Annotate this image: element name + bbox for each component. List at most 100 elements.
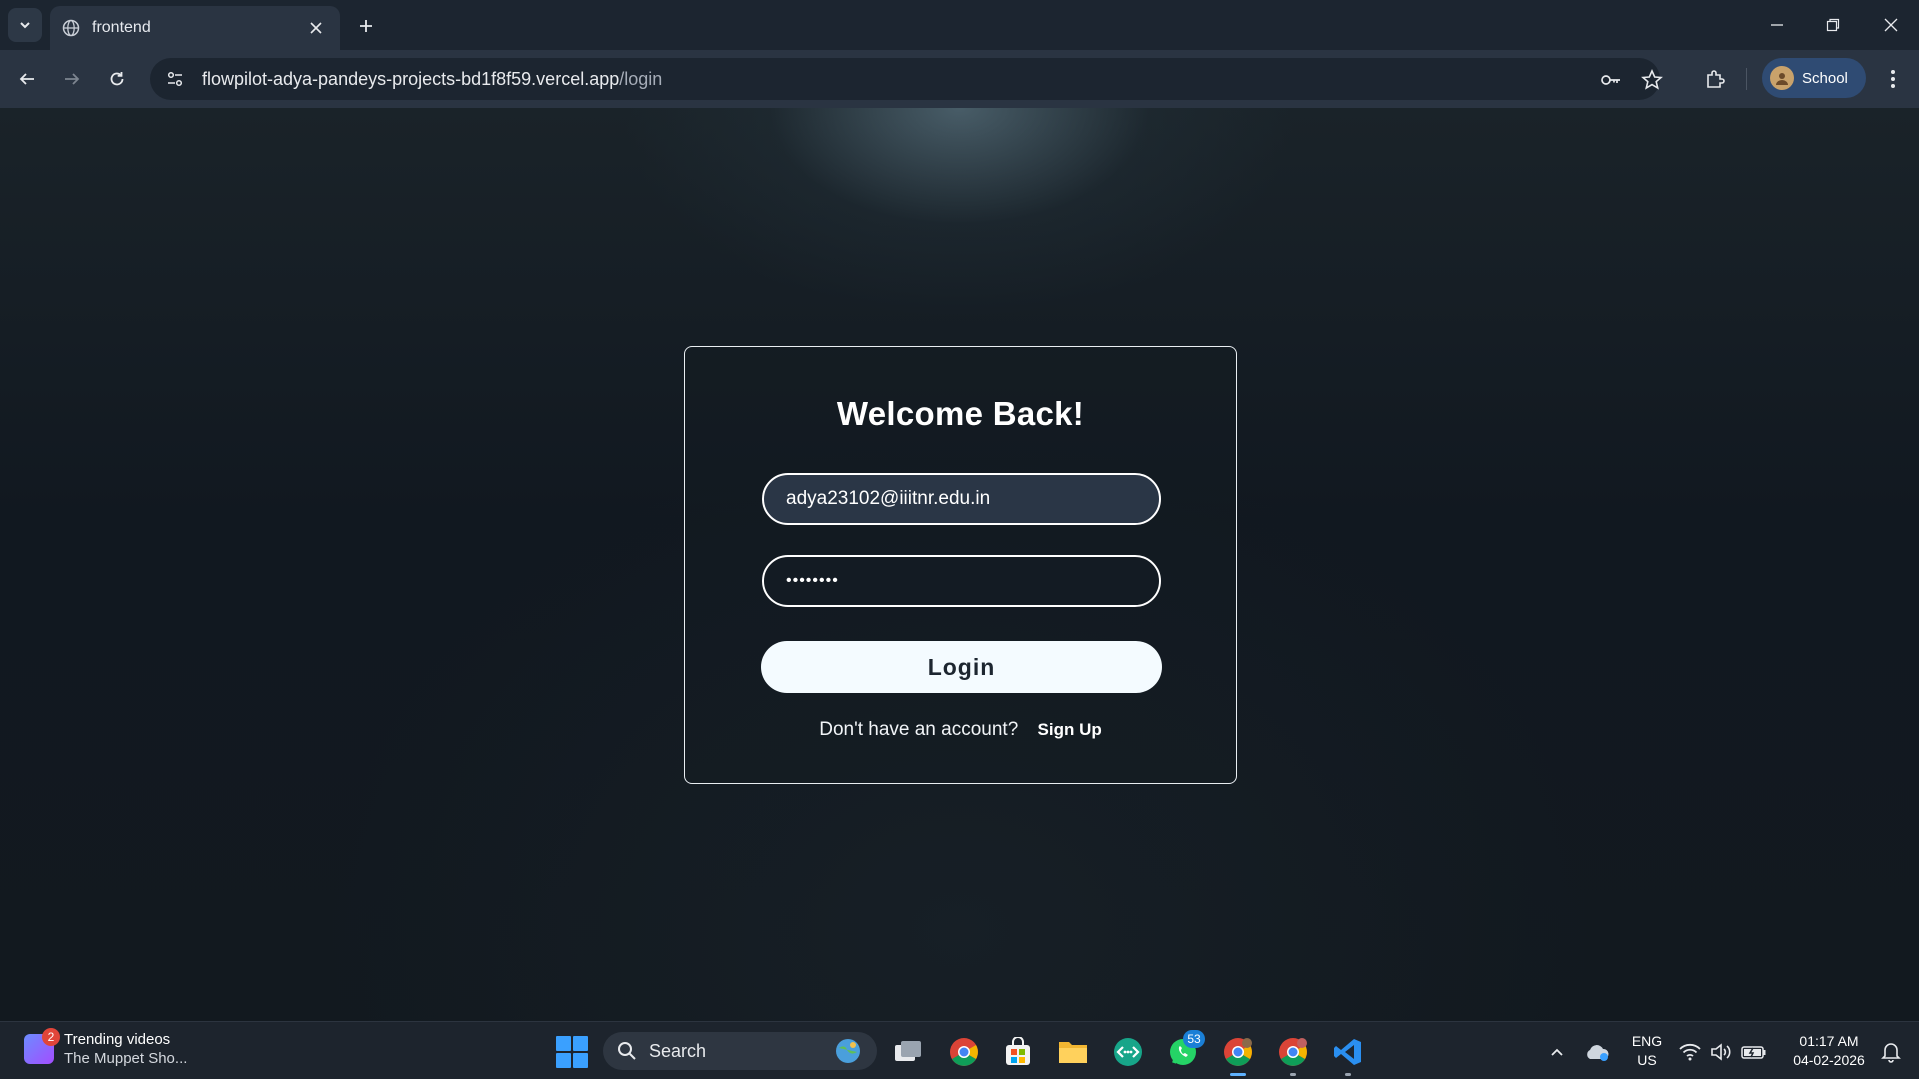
url-path: /login (619, 68, 663, 89)
chrome-profile-button[interactable] (1275, 1034, 1311, 1076)
speaker-icon (1711, 1043, 1731, 1061)
widget-title: Trending videos (64, 1031, 171, 1048)
running-indicator (1290, 1073, 1296, 1076)
address-bar[interactable]: flowpilot-adya-pandeys-projects-bd1f8f59… (150, 58, 1663, 100)
profile-label: School (1802, 69, 1848, 87)
extensions-button[interactable] (1698, 62, 1732, 96)
reload-button[interactable] (100, 62, 134, 96)
language-label: ENG (1631, 1033, 1663, 1049)
tab-title: frontend (92, 19, 151, 36)
whatsapp-app-button[interactable]: 53 (1165, 1030, 1205, 1070)
forward-button[interactable] (55, 62, 89, 96)
signup-link[interactable]: Sign Up (1038, 720, 1102, 739)
clock-time: 01:17 AM (1799, 1033, 1859, 1049)
tab-strip: frontend (0, 0, 1919, 50)
login-card: Welcome Back! Login Don't have an accoun… (684, 346, 1237, 784)
minimize-icon (1771, 24, 1783, 26)
onedrive-button[interactable] (1580, 1034, 1614, 1070)
plus-icon (360, 20, 372, 32)
profile-chip[interactable]: School (1762, 58, 1866, 98)
minimize-button[interactable] (1762, 10, 1792, 40)
cloud-icon (1587, 1045, 1609, 1061)
bell-icon (1881, 1043, 1901, 1063)
chrome-app-button[interactable] (946, 1034, 982, 1070)
url-text: flowpilot-adya-pandeys-projects-bd1f8f59… (202, 69, 662, 90)
signup-prompt: Don't have an account? (819, 719, 1019, 740)
more-vertical-icon (1891, 70, 1895, 88)
page-viewport: Welcome Back! Login Don't have an accoun… (0, 108, 1919, 1021)
close-icon (1884, 18, 1898, 32)
restore-icon (1826, 18, 1840, 32)
volume-button[interactable] (1706, 1034, 1736, 1070)
chrome-profile-active-button[interactable] (1220, 1034, 1256, 1076)
windows-logo-pane (573, 1036, 588, 1051)
notifications-button[interactable] (1876, 1034, 1906, 1070)
email-field[interactable] (762, 473, 1161, 525)
taskbar-search[interactable]: Search (603, 1032, 877, 1070)
search-icon (618, 1042, 636, 1060)
widgets-button[interactable]: 2 Trending videos The Muppet Sho... (24, 1027, 188, 1067)
globe-icon (62, 19, 80, 37)
reload-icon (110, 72, 124, 86)
widgets-icon: 2 (24, 1027, 60, 1064)
windows-logo-icon (556, 1036, 571, 1051)
remote-desktop-icon (1114, 1038, 1142, 1066)
vscode-app-button[interactable] (1330, 1034, 1366, 1076)
clock[interactable]: 01:17 AM 04-02-2026 (1784, 1032, 1874, 1070)
close-window-button[interactable] (1876, 10, 1906, 40)
windows-logo-pane (573, 1053, 588, 1068)
show-hidden-icons-button[interactable] (1540, 1034, 1574, 1070)
back-button[interactable] (10, 62, 44, 96)
remote-app-button[interactable] (1110, 1034, 1146, 1070)
chevron-up-icon (1551, 1048, 1563, 1056)
task-view-icon (895, 1041, 921, 1061)
folder-icon (1059, 1042, 1087, 1063)
globe-highlight-icon (836, 1039, 860, 1063)
chrome-icon (950, 1038, 978, 1066)
restore-button[interactable] (1818, 10, 1848, 40)
wifi-icon (1679, 1043, 1701, 1061)
arrow-left-icon (19, 73, 34, 85)
tab-frontend[interactable]: frontend (50, 6, 340, 50)
page-title: Welcome Back! (836, 395, 1085, 432)
password-key-icon[interactable] (1597, 66, 1625, 94)
arrow-right-icon (65, 73, 80, 85)
active-indicator (1230, 1073, 1246, 1076)
taskbar: 2 Trending videos The Muppet Sho... Sear… (0, 1021, 1919, 1079)
close-tab-icon[interactable] (304, 16, 328, 40)
puzzle-icon (1707, 70, 1725, 88)
whatsapp-badge: 53 (1183, 1030, 1205, 1048)
widget-badge: 2 (42, 1027, 60, 1046)
toolbar-divider (1746, 68, 1747, 90)
avatar (1770, 66, 1794, 90)
browser-menu-button[interactable] (1876, 62, 1910, 96)
store-app-button[interactable] (1000, 1034, 1036, 1070)
chrome-icon (1279, 1038, 1307, 1066)
new-tab-button[interactable] (352, 12, 380, 40)
chevron-down-icon (20, 22, 30, 29)
store-icon (1006, 1037, 1030, 1065)
tab-search-button[interactable] (8, 8, 42, 42)
battery-charging-icon (1741, 1046, 1766, 1059)
search-label: Search (649, 1040, 707, 1061)
battery-button[interactable] (1738, 1034, 1770, 1070)
windows-logo-pane (556, 1053, 571, 1068)
login-button[interactable]: Login (761, 641, 1162, 693)
language-indicator[interactable]: ENG US (1626, 1032, 1668, 1070)
widget-subtitle: The Muppet Sho... (64, 1050, 188, 1067)
vscode-icon (1334, 1039, 1361, 1065)
browser-toolbar: flowpilot-adya-pandeys-projects-bd1f8f59… (0, 50, 1919, 108)
signup-row: Don't have an account? Sign Up (685, 719, 1236, 741)
start-button[interactable] (556, 1036, 588, 1068)
running-indicator (1345, 1073, 1351, 1076)
chrome-icon (1224, 1038, 1252, 1066)
file-explorer-button[interactable] (1055, 1034, 1091, 1070)
site-info-icon[interactable] (154, 58, 196, 100)
url-host: flowpilot-adya-pandeys-projects-bd1f8f59… (202, 68, 620, 89)
task-view-button[interactable] (890, 1034, 926, 1070)
wifi-button[interactable] (1675, 1034, 1705, 1070)
region-label: US (1637, 1052, 1657, 1068)
bookmark-star-icon[interactable] (1638, 66, 1666, 94)
clock-date: 04-02-2026 (1793, 1052, 1865, 1068)
password-field[interactable] (762, 555, 1161, 607)
